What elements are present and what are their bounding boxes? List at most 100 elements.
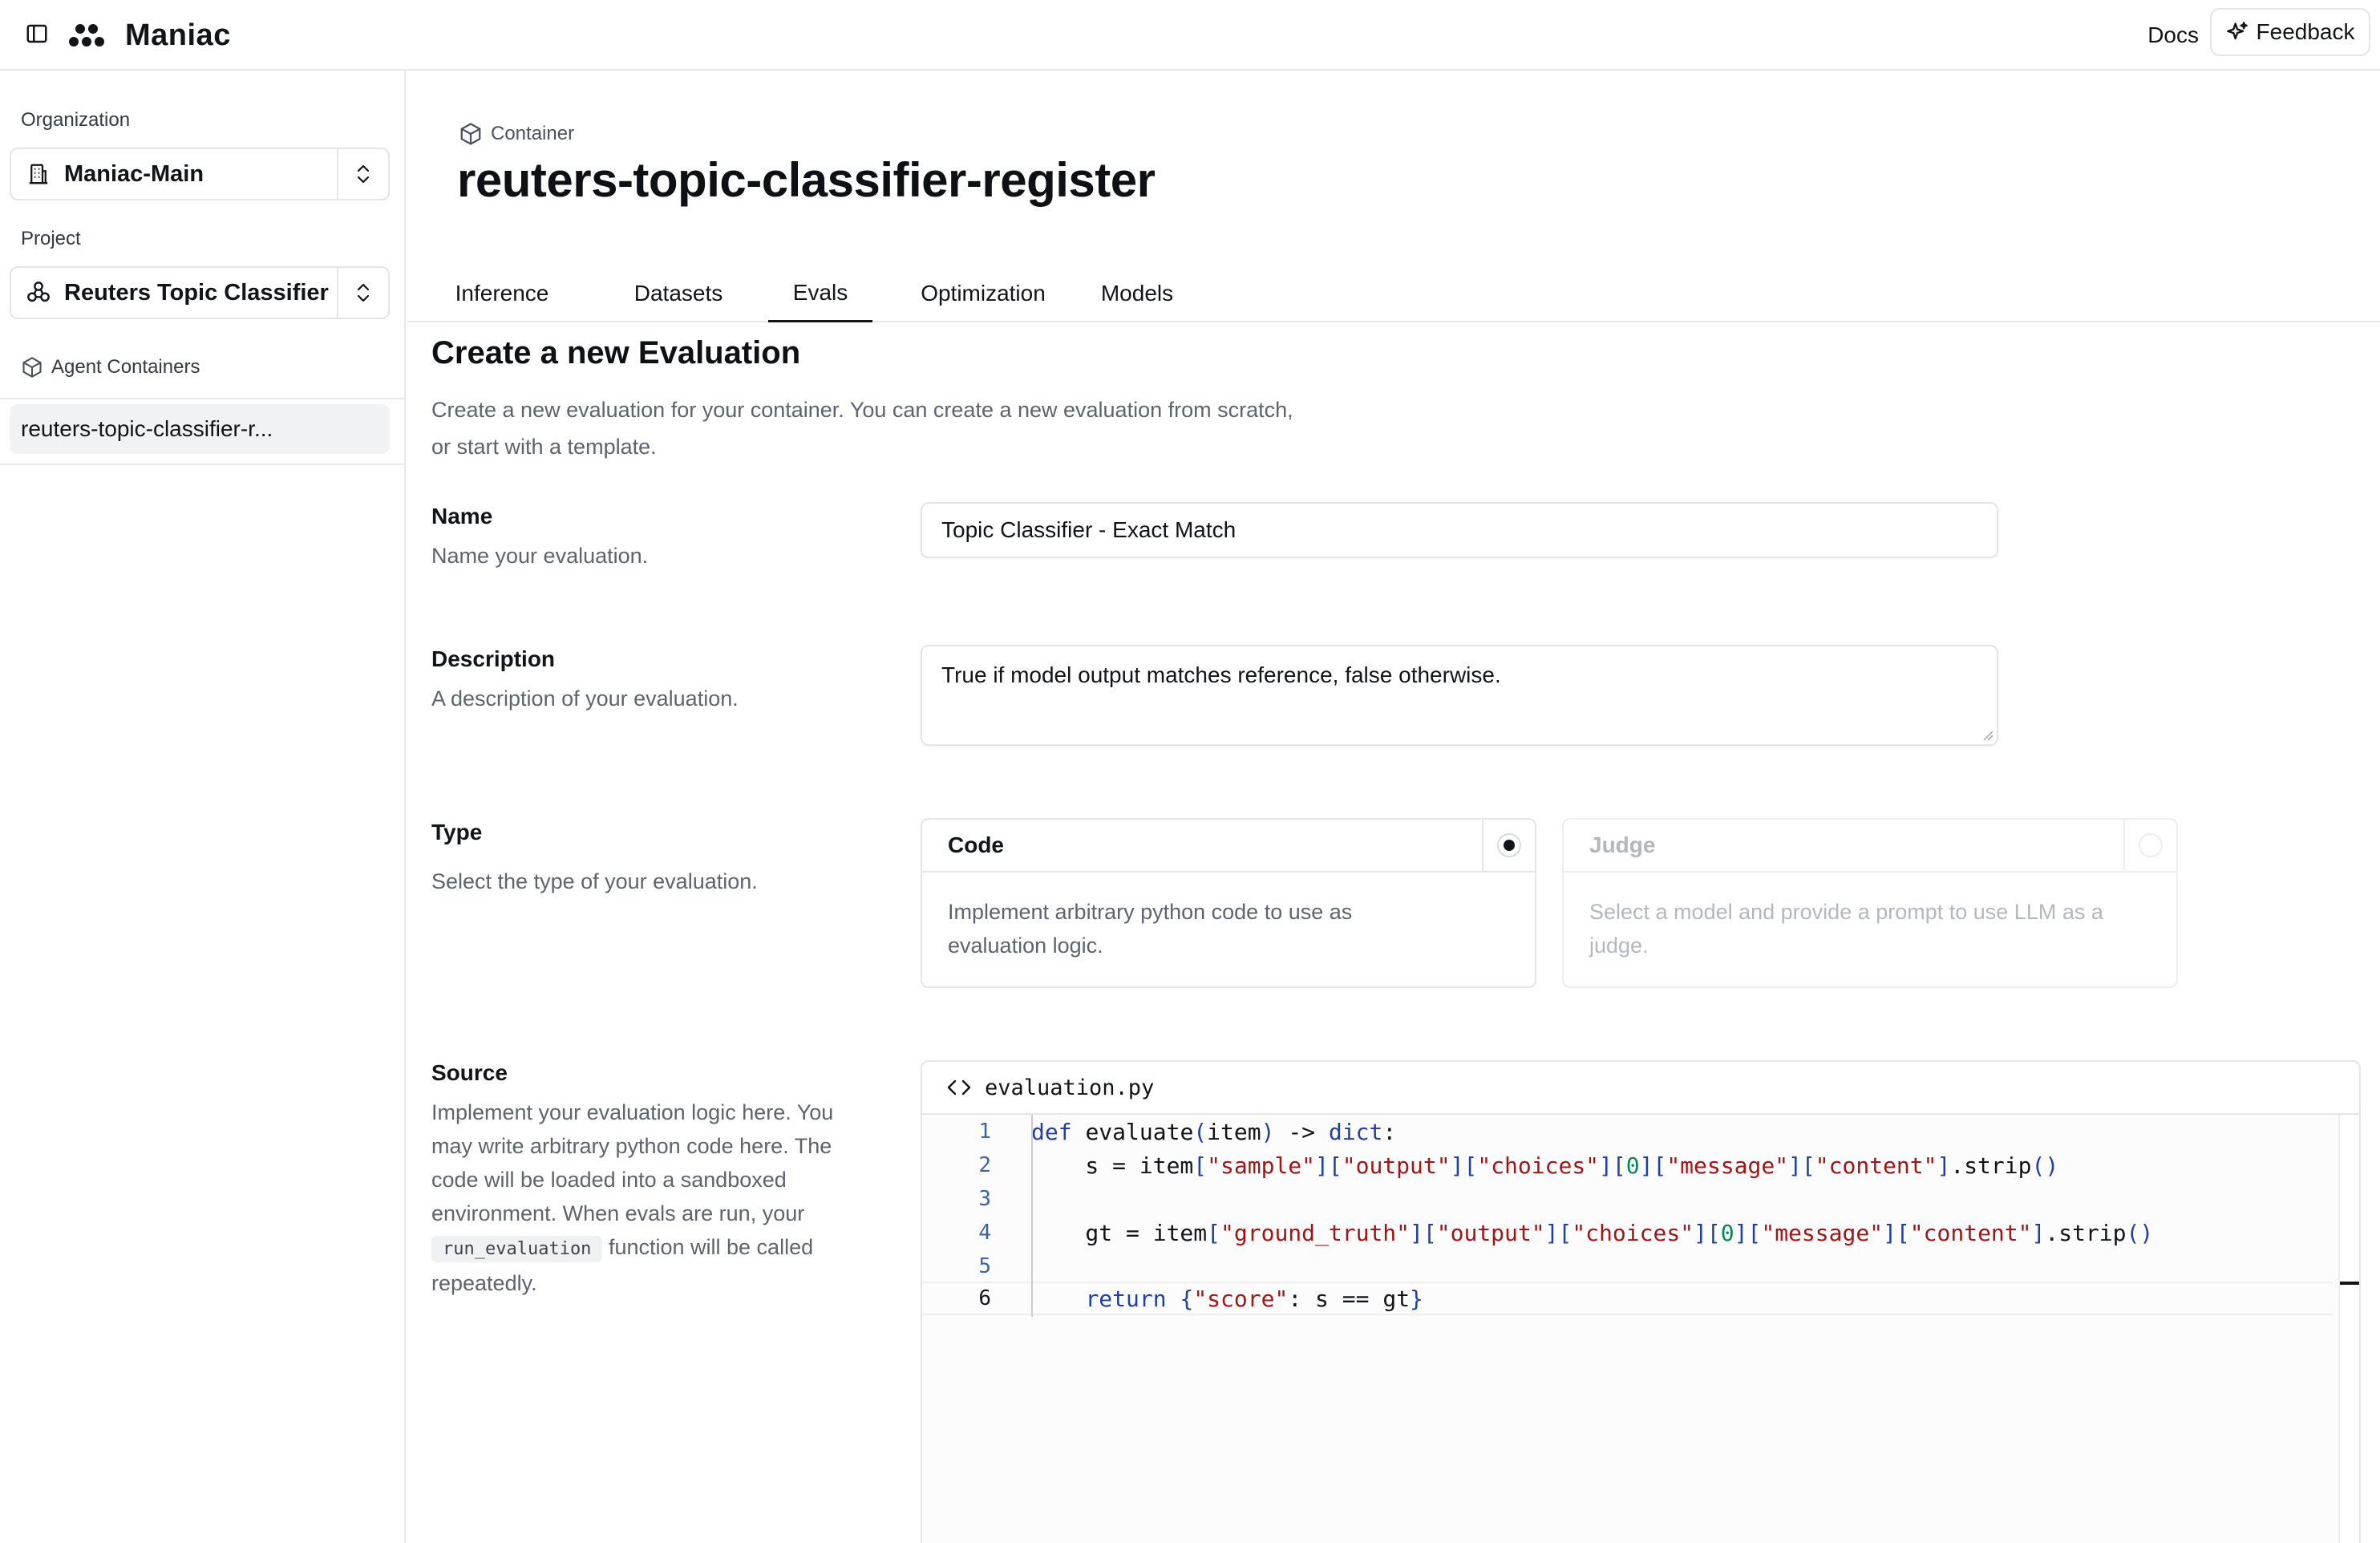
source-help-line: code will be loaded into a sandboxed <box>431 1168 787 1192</box>
sidebar-divider <box>0 464 404 465</box>
code-text: def evaluate(item) -> dict: <box>1031 1118 1397 1145</box>
type-option-desc-line: Implement arbitrary python code to use a… <box>948 900 1353 924</box>
sidebar: Organization Maniac-Main Project Reuters… <box>0 71 406 1543</box>
editor-filename: evaluation.py <box>985 1075 1155 1100</box>
tab-optimization[interactable]: Optimization <box>903 265 1063 322</box>
name-label: Name <box>431 504 493 529</box>
line-number: 1 <box>978 1120 991 1144</box>
sparkle-icon <box>2226 22 2248 40</box>
line-number: 4 <box>978 1221 991 1245</box>
code-text: s = item["sample"]["output"]["choices"][… <box>1031 1152 2059 1179</box>
type-help: Select the type of your evaluation. <box>431 869 758 893</box>
type-option-judge[interactable]: Judge Select a model and provide a promp… <box>1562 818 2178 988</box>
docs-link[interactable]: Docs <box>2147 18 2199 53</box>
code-line: 5 <box>922 1249 2333 1283</box>
tab-models[interactable]: Models <box>1081 265 1193 322</box>
source-help-line: run_evaluation function will be called <box>431 1230 880 1266</box>
source-help-line: repeatedly. <box>431 1271 537 1295</box>
source-help-line-tail: function will be called <box>608 1235 814 1259</box>
type-option-header: Judge <box>1564 820 2176 873</box>
cube-icon <box>460 123 481 145</box>
maniac-logo-icon <box>69 24 104 47</box>
feedback-button[interactable]: Feedback <box>2210 8 2370 56</box>
feedback-label: Feedback <box>2256 19 2355 44</box>
project-label: Project <box>21 228 81 249</box>
organization-value: Maniac-Main <box>64 160 204 187</box>
code-text: return {"score": s == gt} <box>1085 1285 1423 1312</box>
description-field[interactable]: True if model output matches reference, … <box>921 645 1998 746</box>
breadcrumb: Container <box>459 122 574 146</box>
sidebar-divider <box>0 398 404 399</box>
sidebar-item-container[interactable]: reuters-topic-classifier-r... <box>10 404 390 454</box>
organization-label: Organization <box>21 109 131 131</box>
tab-bar: Inference Datasets Evals Optimization Mo… <box>407 265 2380 322</box>
code-editor[interactable]: evaluation.py 1 def evaluate(item) -> di… <box>921 1060 2361 1543</box>
cube-icon <box>22 357 42 378</box>
form-title: Create a new Evaluation <box>431 335 801 371</box>
resize-handle-icon[interactable] <box>1982 730 1993 741</box>
form-description-line: or start with a template. <box>431 435 657 459</box>
name-help: Name your evaluation. <box>431 544 649 568</box>
type-option-description: Select a model and provide a prompt to u… <box>1564 873 2176 962</box>
top-bar: Maniac Docs Feedback <box>0 0 2380 71</box>
chevrons-up-down-icon[interactable] <box>337 149 388 199</box>
page-title: reuters-topic-classifier-register <box>457 153 1156 207</box>
type-option-desc-line: evaluation logic. <box>948 933 1103 958</box>
name-field-value: Topic Classifier - Exact Match <box>941 517 1237 542</box>
judge-radio[interactable] <box>2139 833 2163 857</box>
description-help: A description of your evaluation. <box>431 686 739 711</box>
network-icon <box>24 278 53 307</box>
type-option-desc-line: judge. <box>1589 933 1649 958</box>
line-number: 2 <box>978 1153 991 1177</box>
source-help: Implement your evaluation logic here. Yo… <box>431 1095 880 1300</box>
code-line: 1 def evaluate(item) -> dict: <box>922 1115 2333 1148</box>
project-value: Reuters Topic Classifier <box>64 279 329 306</box>
line-number: 3 <box>978 1187 991 1211</box>
type-option-title: Code <box>948 832 1004 857</box>
code-line-current: 6 return {"score": s == gt} <box>922 1282 2333 1315</box>
indent-guide <box>1031 1115 1033 1317</box>
editor-scrollbar[interactable] <box>2338 1115 2359 1543</box>
type-option-desc-line: Select a model and provide a prompt to u… <box>1589 900 2103 924</box>
code-brackets-icon <box>947 1079 971 1095</box>
inline-code-run-evaluation: run_evaluation <box>431 1236 603 1262</box>
type-option-title: Judge <box>1589 832 1656 857</box>
scrollbar-marker <box>2340 1282 2359 1285</box>
form-description-line: Create a new evaluation for your contain… <box>431 398 1293 422</box>
app-name: Maniac <box>125 18 231 52</box>
code-line: 2 s = item["sample"]["output"]["choices"… <box>922 1148 2333 1182</box>
agent-containers-heading: Agent Containers <box>21 356 200 379</box>
source-help-line: environment. When evals are run, your <box>431 1201 805 1225</box>
editor-header: evaluation.py <box>922 1062 2359 1115</box>
sidebar-toggle-icon[interactable] <box>22 19 51 48</box>
tab-inference[interactable]: Inference <box>430 265 574 322</box>
line-number: 6 <box>978 1286 991 1310</box>
tab-datasets[interactable]: Datasets <box>606 265 751 322</box>
organization-select[interactable]: Maniac-Main <box>10 148 390 200</box>
source-help-line: may write arbitrary python code here. Th… <box>431 1134 832 1158</box>
radio-dot <box>1504 840 1515 851</box>
name-field[interactable]: Topic Classifier - Exact Match <box>921 502 1998 558</box>
line-number: 5 <box>978 1254 991 1278</box>
source-label: Source <box>431 1060 508 1085</box>
code-line: 4 gt = item["ground_truth"]["output"]["c… <box>922 1216 2333 1249</box>
app-logo[interactable]: Maniac <box>69 16 231 55</box>
type-option-header: Code <box>922 820 1535 873</box>
project-select[interactable]: Reuters Topic Classifier <box>10 266 390 319</box>
type-option-description: Implement arbitrary python code to use a… <box>922 873 1535 962</box>
chevrons-up-down-icon[interactable] <box>337 268 388 318</box>
building-icon <box>24 160 53 188</box>
agent-containers-label: Agent Containers <box>51 356 200 378</box>
code-text: gt = item["ground_truth"]["output"]["cho… <box>1031 1219 2154 1246</box>
tab-evals[interactable]: Evals <box>768 265 872 322</box>
description-label: Description <box>431 646 556 671</box>
breadcrumb-label: Container <box>491 123 575 144</box>
type-label: Type <box>431 820 483 844</box>
source-help-line: Implement your evaluation logic here. Yo… <box>431 1100 834 1124</box>
type-option-radio-cell <box>1482 820 1535 871</box>
type-option-code[interactable]: Code Implement arbitrary python code to … <box>921 818 1536 988</box>
type-option-radio-cell <box>2123 820 2176 871</box>
form-description: Create a new evaluation for your contain… <box>431 391 1394 465</box>
code-line: 3 <box>922 1182 2333 1216</box>
code-radio[interactable] <box>1497 833 1521 857</box>
